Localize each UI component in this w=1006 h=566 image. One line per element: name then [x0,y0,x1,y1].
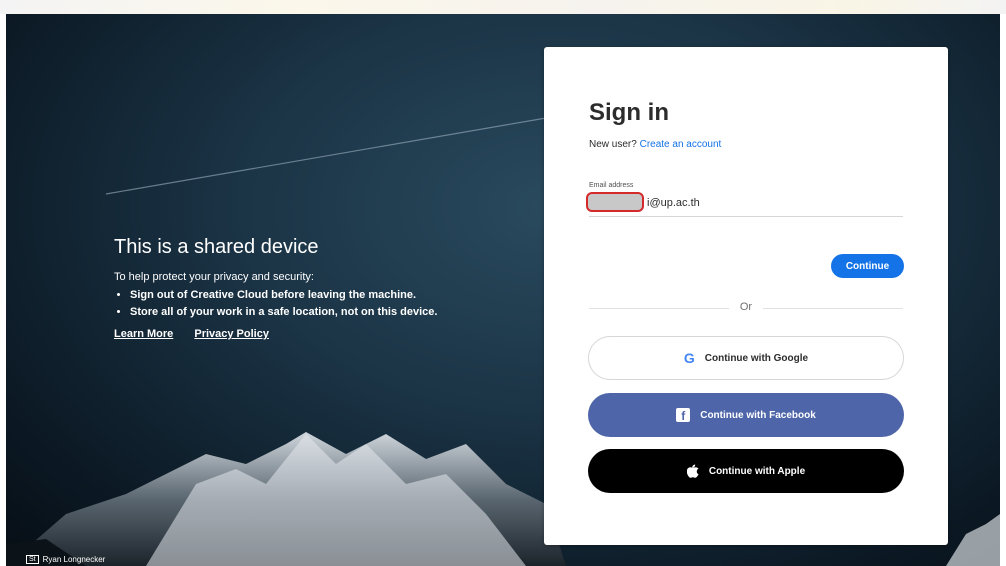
new-user-text: New user? [589,139,637,150]
learn-more-link[interactable]: Learn More [114,328,173,340]
email-label: Email address [589,182,634,189]
continue-button[interactable]: Continue [831,254,904,278]
continue-with-facebook-button[interactable]: f Continue with Facebook [588,393,904,437]
photo-credit: St Ryan Longnecker [26,555,105,564]
apple-button-label: Continue with Apple [708,465,806,477]
new-user-prompt: New user? Create an account [589,139,721,150]
divider-line-right [763,308,903,309]
page-title: Sign in [589,99,669,126]
signin-card: Sign in New user? Create an account Emai… [544,47,948,545]
continue-with-google-button[interactable]: G Continue with Google [588,336,904,380]
apple-icon [686,464,699,478]
info-links: Learn More Privacy Policy [114,328,514,340]
or-divider: Or [589,301,903,315]
tip-item: Sign out of Creative Cloud before leavin… [130,289,514,301]
shared-device-info: This is a shared device To help protect … [114,236,514,340]
email-field-group: Email address [586,182,903,217]
privacy-policy-link[interactable]: Privacy Policy [194,328,269,340]
shared-device-tips: Sign out of Creative Cloud before leavin… [114,289,514,318]
facebook-button-label: Continue with Facebook [700,409,816,421]
top-strip [0,0,1006,14]
tip-item: Store all of your work in a safe locatio… [130,306,514,318]
create-account-link[interactable]: Create an account [640,139,722,150]
redacted-email-prefix [586,192,644,212]
continue-with-apple-button[interactable]: Continue with Apple [588,449,904,493]
google-button-label: Continue with Google [704,352,809,364]
shared-device-subtitle: To help protect your privacy and securit… [114,271,314,283]
google-icon: G [683,350,695,366]
or-text: Or [739,301,753,313]
stock-badge: St [26,555,39,564]
facebook-icon: f [676,408,691,422]
shared-device-title: This is a shared device [114,236,319,258]
photographer-name: Ryan Longnecker [42,555,106,564]
